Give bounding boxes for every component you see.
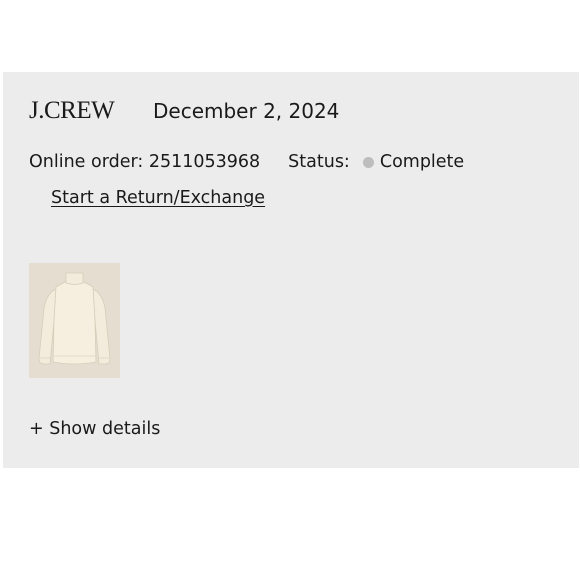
status-label: Status: xyxy=(288,152,350,172)
status-value: Complete xyxy=(379,152,465,172)
order-number: Online order: 2511053968 xyxy=(29,152,261,172)
status-dot-icon xyxy=(362,156,374,168)
show-details-toggle[interactable]: + Show details xyxy=(29,419,160,439)
order-header: J.CREW December 2, 2024 xyxy=(29,97,340,124)
start-return-exchange-link[interactable]: Start a Return/Exchange xyxy=(51,188,265,208)
jcrew-logo: J.CREW xyxy=(29,97,115,124)
order-card: J.CREW December 2, 2024 Online order: 25… xyxy=(3,72,579,468)
product-thumbnail[interactable] xyxy=(29,263,120,378)
order-date: December 2, 2024 xyxy=(153,99,340,123)
order-info-row: Online order: 2511053968 Status: Complet… xyxy=(29,152,464,172)
sweater-image-icon xyxy=(29,263,120,378)
